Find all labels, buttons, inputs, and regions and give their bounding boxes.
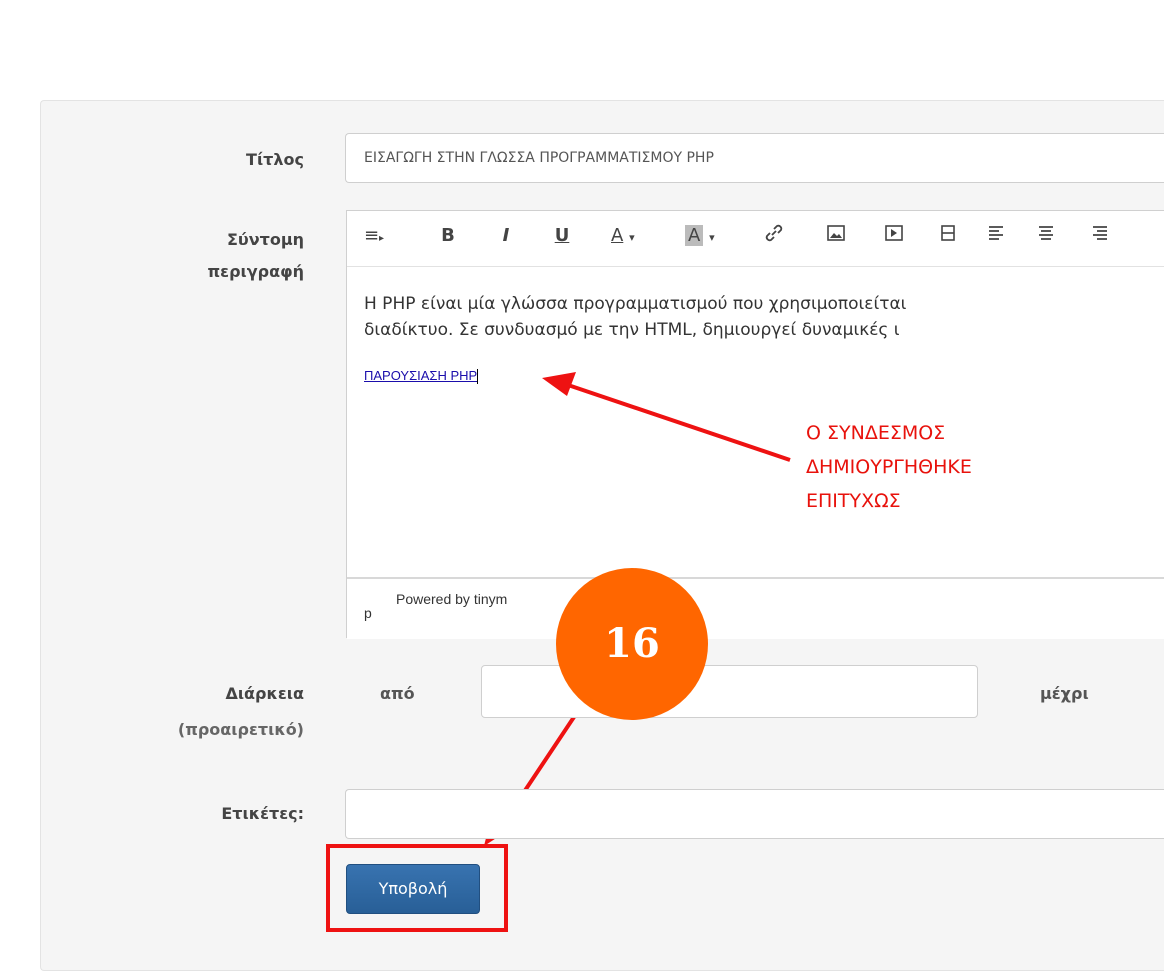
duration-label: Διάρκεια [225, 684, 304, 703]
to-label: μέχρι [1040, 684, 1089, 703]
editor-paragraph-line1: Η PHP είναι μία γλώσσα προγραμματισμού π… [364, 294, 907, 314]
tags-label: Ετικέτες: [221, 804, 304, 823]
editor-paragraph-line2: διαδίκτυο. Σε συνδυασμό με την HTML, δημ… [364, 320, 900, 340]
editor-content[interactable]: Η PHP είναι μία γλώσσα προγραμματισμού π… [347, 267, 1164, 577]
italic-button[interactable]: I [495, 223, 517, 249]
bold-button[interactable]: B [437, 223, 459, 249]
submit-button[interactable]: Υποβολή [346, 864, 480, 914]
title-input[interactable]: ΕΙΣΑΓΩΓΗ ΣΤΗΝ ΓΛΩΣΣΑ ΠΡΟΓΡΑΜΜΑΤΙΣΜΟΥ PHP [345, 133, 1164, 183]
link-icon[interactable] [761, 223, 787, 249]
description-label-line1: Σύντομη [227, 230, 304, 249]
font-color-button[interactable]: A ▾ [611, 223, 661, 249]
description-label-line2: περιγραφή [207, 262, 305, 281]
chevron-down-icon: ▾ [629, 231, 635, 244]
annotation-text: Ο ΣΥΝΔΕΣΜΟΣ ΔΗΜΙΟΥΡΓΗΘΗΚΕ ΕΠΙΤΥΧΩΣ [806, 422, 972, 512]
duration-optional-label: (προαιρετικό) [177, 720, 304, 739]
text-caret [477, 369, 479, 385]
step-badge: 16 [556, 568, 708, 720]
rich-text-editor[interactable]: ≡▸ B I U A ▾ A ▾ Η PHP είναι μία γλώσσα … [346, 210, 1164, 639]
duration-from-input[interactable] [481, 665, 978, 718]
presentation-link[interactable]: ΠΑΡΟΥΣΙΑΣΗ PHP [364, 368, 479, 385]
table-icon[interactable] [935, 223, 961, 249]
bg-color-button[interactable]: A ▾ [685, 223, 735, 249]
from-label: από [380, 684, 415, 703]
element-path[interactable]: p [364, 605, 372, 621]
media-icon[interactable] [881, 223, 907, 249]
align-left-icon[interactable] [983, 223, 1009, 249]
align-right-icon[interactable] [1087, 223, 1113, 249]
align-center-icon[interactable] [1033, 223, 1059, 249]
format-icon[interactable]: ≡▸ [361, 223, 387, 249]
bg-color-icon: A [685, 225, 704, 246]
tags-input[interactable] [345, 789, 1164, 839]
editor-toolbar: ≡▸ B I U A ▾ A ▾ [347, 211, 1164, 267]
image-icon[interactable] [823, 223, 849, 249]
font-color-icon: A [611, 225, 624, 246]
powered-by-text[interactable]: Powered by tinym [396, 591, 507, 607]
title-label: Τίτλος [246, 150, 304, 169]
underline-button[interactable]: U [551, 223, 573, 249]
chevron-down-icon: ▾ [709, 231, 715, 244]
editor-statusbar: p Powered by tinym [347, 577, 1164, 639]
